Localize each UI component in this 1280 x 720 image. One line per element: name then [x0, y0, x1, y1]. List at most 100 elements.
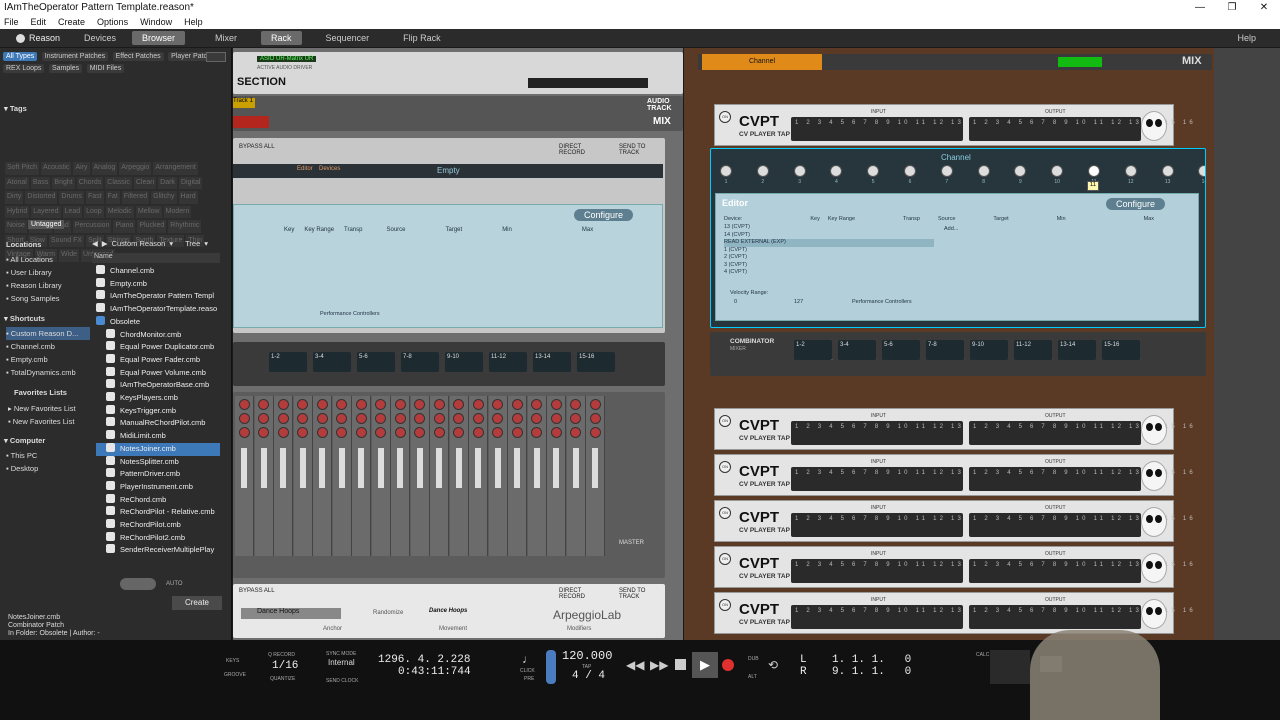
mixer-channel-strip[interactable]	[313, 396, 332, 556]
mixer-channel-button[interactable]: 1-2	[269, 352, 307, 372]
channel-fader[interactable]	[572, 448, 579, 488]
eq-knob[interactable]	[375, 399, 386, 410]
menu-create[interactable]: Create	[58, 17, 85, 27]
power-button[interactable]: ON	[719, 461, 731, 473]
shortcuts-header[interactable]: ▾ Shortcuts	[4, 314, 45, 323]
mixer-channel-strip[interactable]	[274, 396, 293, 556]
rotary-knob[interactable]: 5	[866, 165, 880, 185]
eq-knob[interactable]	[453, 399, 464, 410]
mixer-channel-button[interactable]: 15-16	[577, 352, 615, 372]
device-row[interactable]: 13 (CVPT)	[724, 224, 934, 232]
help-link[interactable]: Help	[1237, 33, 1256, 43]
tag-item[interactable]: Mellow	[135, 205, 162, 218]
tag-item[interactable]: Fast	[86, 191, 104, 204]
tag-item[interactable]: Melodic	[105, 205, 134, 218]
back-icon[interactable]: ◀	[92, 239, 98, 248]
tag-item[interactable]: Hard	[178, 191, 198, 204]
file-item[interactable]: Equal Power Fader.cmb	[96, 353, 220, 367]
favorites-new-1[interactable]: ▸ New Favorites List	[8, 402, 76, 415]
power-button[interactable]: ON	[719, 111, 731, 123]
tag-item[interactable]: Lead	[62, 205, 83, 218]
favorites-new-2[interactable]: ▪ New Favorites List	[8, 415, 76, 428]
rotary-knob[interactable]: 1	[719, 165, 733, 185]
tab-flip-rack[interactable]: Flip Rack	[393, 31, 451, 45]
mixer-channel-strip[interactable]	[488, 396, 508, 556]
device-row[interactable]: 3 (CVPT)	[724, 262, 934, 270]
mixer-channel-button[interactable]: 9-10	[970, 340, 1008, 360]
eq-knob[interactable]	[492, 399, 503, 410]
mixer-channel-strip[interactable]	[469, 396, 488, 556]
eq-knob[interactable]	[511, 399, 523, 410]
eq-knob[interactable]	[297, 399, 308, 410]
mixer-channel-button[interactable]: 5-6	[357, 352, 395, 372]
computer-desktop[interactable]: ▪ Desktop	[6, 462, 38, 475]
tag-item[interactable]: Hybrid	[5, 205, 30, 218]
rotary-knob[interactable]: 7	[940, 165, 954, 185]
pan-knob[interactable]	[277, 427, 289, 438]
eq-knob[interactable]	[531, 399, 542, 410]
aux-knob[interactable]	[336, 413, 347, 424]
rotary-knob[interactable]: 2	[756, 165, 770, 185]
file-item[interactable]: IAmTheOperatorBase.cmb	[96, 379, 220, 392]
tag-item[interactable]: Arrangement	[153, 162, 198, 175]
computer-this-pc[interactable]: ▪ This PC	[6, 449, 38, 462]
tag-item[interactable]: Acoustic	[40, 162, 72, 175]
aux-knob[interactable]	[355, 413, 367, 424]
tab-rack[interactable]: Rack	[261, 31, 302, 45]
tag-item[interactable]: Plucked	[137, 220, 167, 233]
mixer-channel-strip[interactable]	[391, 396, 410, 556]
file-item[interactable]: KeysPlayers.cmb	[96, 392, 220, 405]
aux-knob[interactable]	[238, 413, 250, 424]
tag-item[interactable]: Modern	[163, 205, 192, 218]
click-level-slider[interactable]	[546, 650, 556, 684]
chevron-down-icon[interactable]: ▾	[204, 239, 208, 248]
aux-knob[interactable]	[414, 413, 425, 424]
loop-icon[interactable]: ⟲	[768, 658, 778, 672]
channel-fader[interactable]	[241, 448, 247, 488]
filter-all-types[interactable]: All Types	[3, 52, 38, 61]
eq-knob[interactable]	[570, 399, 581, 410]
filter-samples[interactable]: Samples	[48, 64, 83, 73]
power-button[interactable]: ON	[719, 415, 731, 427]
tag-item[interactable]: Drums	[59, 191, 85, 204]
mixer-channel-button[interactable]: 5-6	[882, 340, 920, 360]
tag-item[interactable]: Digital	[178, 176, 203, 189]
tag-item[interactable]: Atonal	[5, 176, 29, 189]
filter-midi-files[interactable]: MIDI Files	[86, 64, 125, 73]
tempo-value[interactable]: 120.000	[562, 649, 612, 663]
power-button[interactable]: ON	[719, 599, 731, 611]
aux-knob[interactable]	[492, 413, 503, 424]
rotary-knob[interactable]: 13	[1161, 165, 1175, 185]
eq-knob[interactable]	[589, 399, 601, 410]
mixer-channel-button[interactable]: 3-4	[313, 352, 351, 372]
rotary-knob[interactable]: 4	[829, 165, 843, 185]
pan-knob[interactable]	[589, 427, 601, 438]
file-item[interactable]: ReChord.cmb	[96, 493, 220, 507]
menu-options[interactable]: Options	[97, 17, 128, 27]
rotary-knob[interactable]: 10	[1050, 165, 1064, 185]
mixer-channel-button[interactable]: 9-10	[445, 352, 483, 372]
menu-window[interactable]: Window	[140, 17, 172, 27]
tab-mixer[interactable]: Mixer	[205, 31, 247, 45]
channel-fader[interactable]	[475, 448, 481, 488]
tag-item[interactable]: Chords	[76, 176, 104, 189]
mixer-channel-button[interactable]: 13-14	[533, 352, 571, 372]
name-column-header[interactable]: Name	[92, 253, 220, 263]
tags-header[interactable]: ▾ Tags	[4, 104, 27, 113]
tag-item[interactable]: Percussion	[72, 220, 112, 233]
pan-knob[interactable]	[550, 427, 562, 438]
mixer-channel-strip[interactable]	[332, 396, 352, 556]
location-reason-library[interactable]: ▪ Reason Library	[6, 279, 62, 292]
channel-fader[interactable]	[260, 448, 267, 488]
pan-knob[interactable]	[375, 427, 386, 438]
eq-knob[interactable]	[414, 399, 425, 410]
file-item[interactable]: Channel.cmb	[96, 265, 220, 278]
rotary-knob[interactable]: 9	[1013, 165, 1027, 185]
pan-knob[interactable]	[511, 427, 523, 438]
location-user-library[interactable]: ▪ User Library	[6, 266, 62, 279]
pan-knob[interactable]	[453, 427, 464, 438]
tag-untagged[interactable]: Untagged	[28, 220, 65, 229]
pan-knob[interactable]	[336, 427, 347, 438]
aux-knob[interactable]	[531, 413, 542, 424]
tag-item[interactable]: Airy	[73, 162, 90, 175]
